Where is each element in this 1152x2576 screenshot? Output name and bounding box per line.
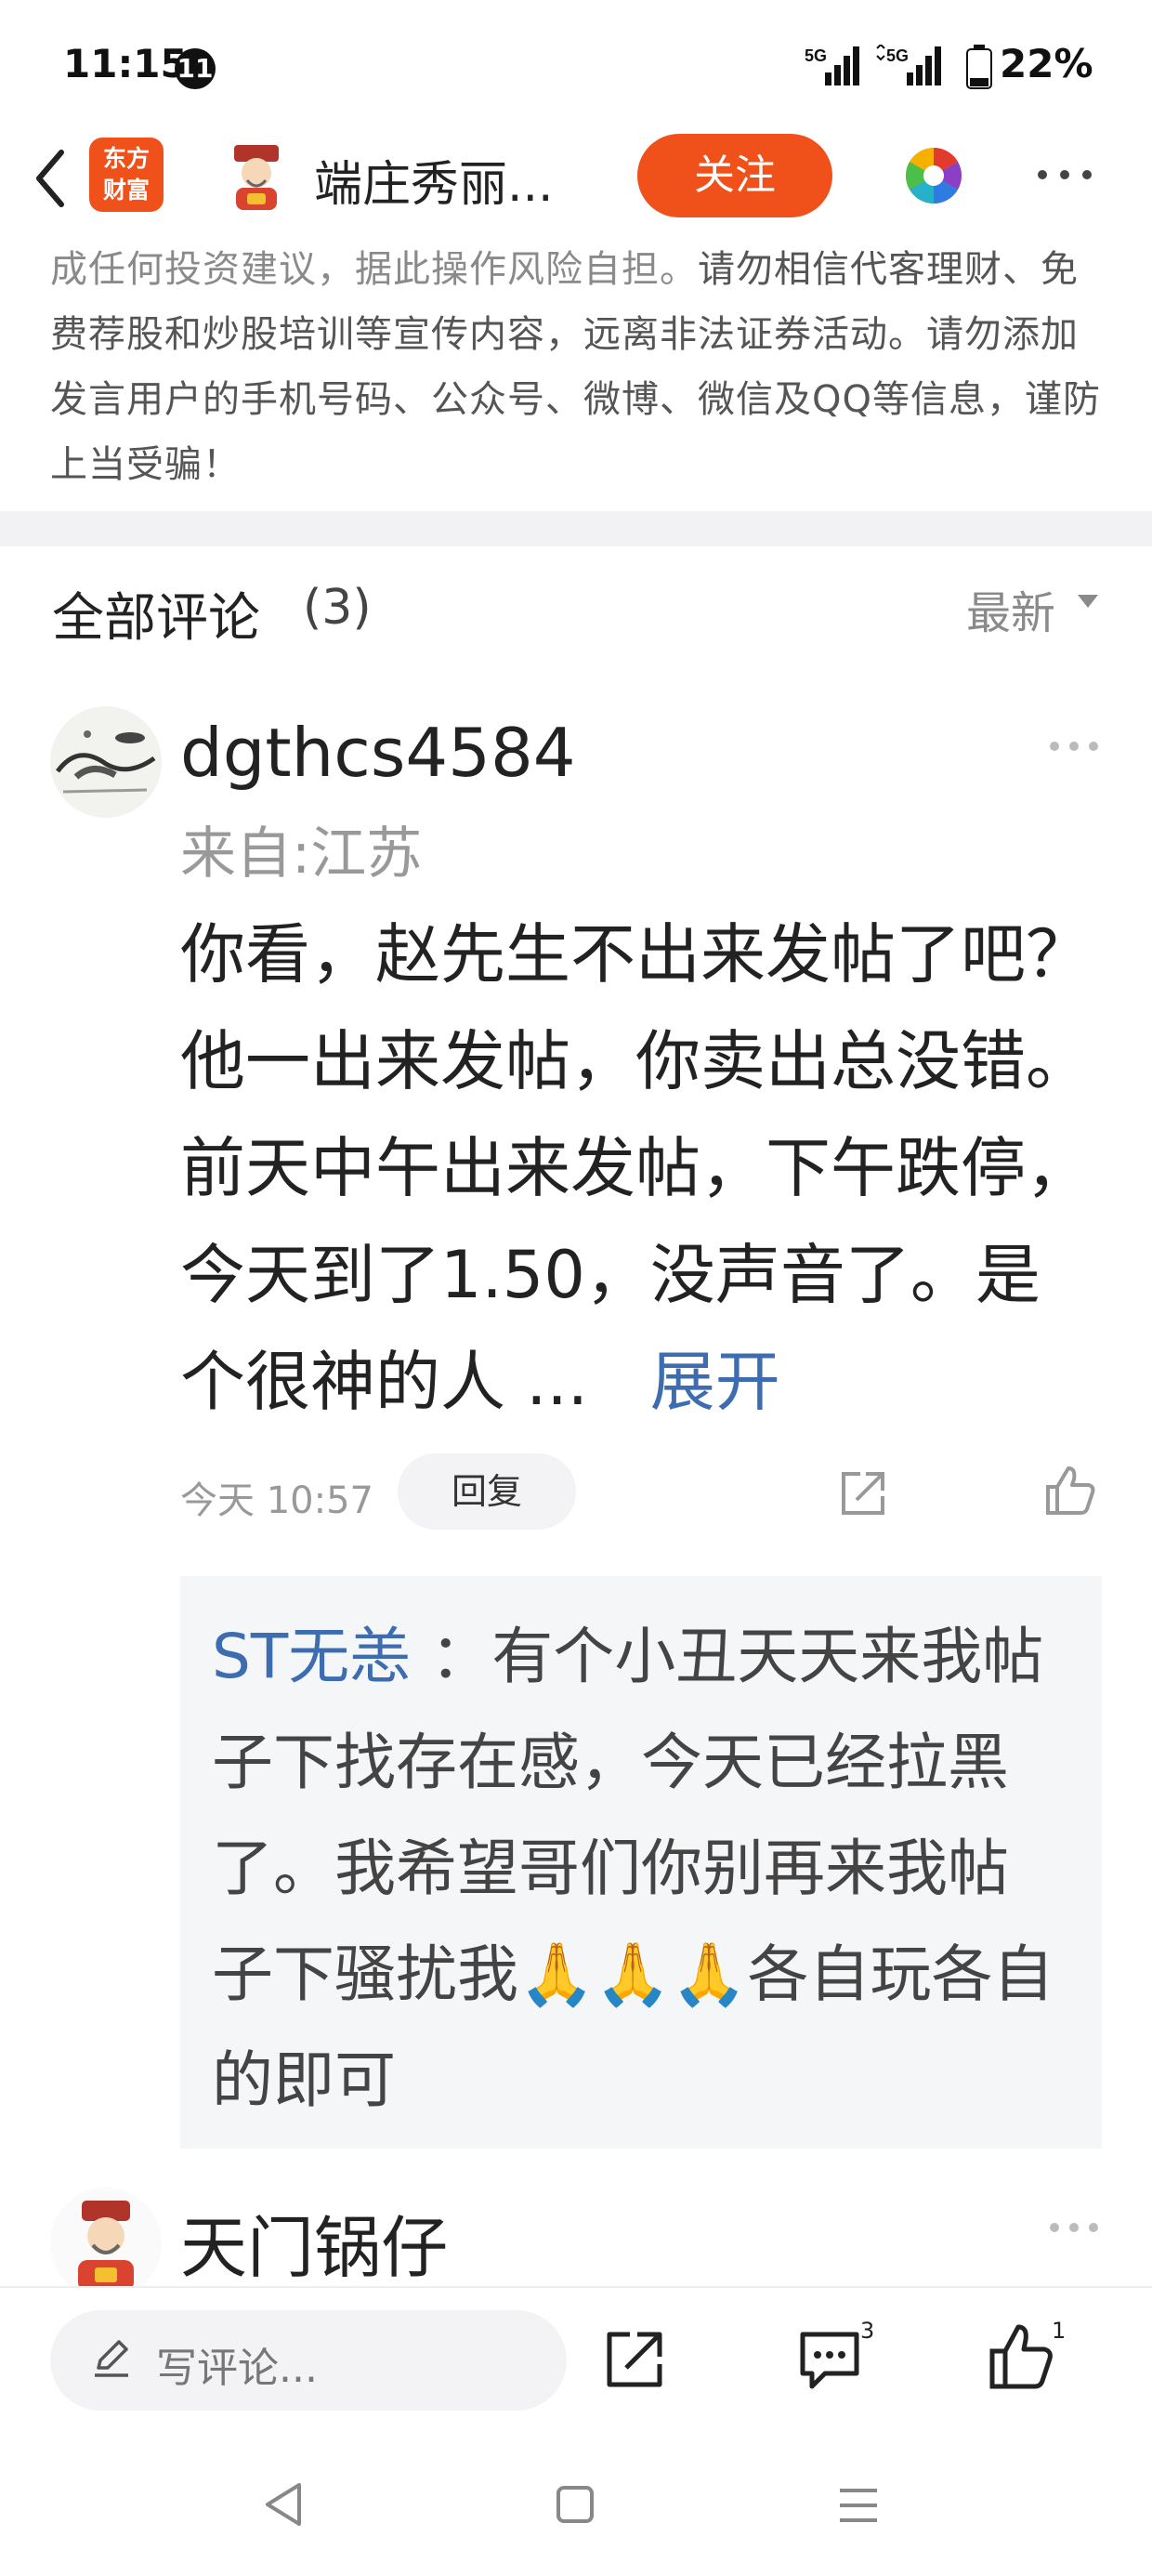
pencil-icon xyxy=(95,2340,128,2377)
app-logo-line2: 财富 xyxy=(102,177,150,204)
battery-icon xyxy=(966,45,992,89)
reply-author[interactable]: ST无恙 xyxy=(212,1621,411,1692)
follow-button[interactable]: 关注 xyxy=(637,134,832,217)
comment-timestamp: 今天 10:57 xyxy=(180,1479,373,1522)
reply-body: ：有个小丑天天来我帖子下找存在感，今天已经拉黑了。我希望哥们你别再来我帖子下骚扰… xyxy=(212,1621,1054,2116)
comment-body: 你看，赵先生不出来发帖了吧？他一出来发帖，你卖出总没错。前天中午出来发帖，下午跌… xyxy=(180,916,1091,1420)
commenter-username[interactable]: 天门锅仔 xyxy=(180,2193,448,2291)
sort-dropdown[interactable]: 最新 xyxy=(966,576,1055,641)
commenter-location: 来自:江苏 xyxy=(180,821,423,887)
comments-count: (3) xyxy=(303,580,372,636)
signal-5g-secondary-icon: 5G xyxy=(876,45,941,85)
commenter-avatar[interactable] xyxy=(50,706,162,818)
nav-back-icon[interactable] xyxy=(262,2481,308,2528)
comment-more-icon[interactable] xyxy=(1048,740,1100,753)
more-options-icon[interactable] xyxy=(1035,167,1094,182)
comments-count-badge: 3 xyxy=(860,2318,875,2344)
comment-more-icon[interactable] xyxy=(1048,2221,1100,2234)
likes-count-badge: 1 xyxy=(1052,2318,1067,2344)
like-icon[interactable] xyxy=(1044,1465,1096,1517)
section-divider xyxy=(0,511,1152,546)
commenter-username[interactable]: dgthcs4584 xyxy=(180,714,576,792)
expand-link[interactable]: 展开 xyxy=(650,1344,780,1420)
sort-caret-icon[interactable] xyxy=(1076,593,1100,610)
like-post-icon[interactable] xyxy=(988,2323,1054,2390)
app-logo-line1: 东方 xyxy=(102,145,150,172)
svg-text:5G: 5G xyxy=(805,46,827,65)
app-logo[interactable]: 东方 财富 xyxy=(89,138,164,212)
share-post-icon[interactable] xyxy=(602,2327,667,2392)
notification-badge: 11 xyxy=(175,48,216,89)
share-icon[interactable] xyxy=(838,1468,888,1518)
comment-text: 你看，赵先生不出来发帖了吧？他一出来发帖，你卖出总没错。前天中午出来发帖，下午跌… xyxy=(180,901,1100,1436)
color-wheel-icon[interactable] xyxy=(903,145,964,206)
reply-button[interactable]: 回复 xyxy=(398,1453,576,1530)
status-time: 11:15 xyxy=(63,41,188,86)
signal-5g-icon: 5G xyxy=(805,46,859,85)
nav-menu-icon[interactable] xyxy=(838,2487,879,2524)
risk-disclaimer: 成任何投资建议，据此操作风险自担。请勿相信代客理财、免费荐股和炒股培训等宣传内容… xyxy=(50,237,1109,497)
write-comment-placeholder[interactable]: 写评论... xyxy=(156,2334,318,2394)
author-avatar[interactable] xyxy=(219,139,294,214)
disclaimer-gray-text: 成任何投资建议，据此操作风险自担。 xyxy=(50,248,698,291)
page-title: 端庄秀丽... xyxy=(314,157,554,213)
battery-percent: 22% xyxy=(1000,41,1093,86)
reply-text: ST无恙 ：有个小丑天天来我帖子下找存在感，今天已经拉黑了。我希望哥们你别再来我… xyxy=(212,1604,1067,2134)
comments-title: 全部评论 xyxy=(52,588,260,649)
back-arrow-icon[interactable] xyxy=(28,141,74,216)
svg-text:5G: 5G xyxy=(886,46,909,65)
comments-icon[interactable] xyxy=(797,2327,862,2392)
top-header xyxy=(0,130,1152,251)
commenter-avatar[interactable] xyxy=(50,2188,162,2299)
nav-home-icon[interactable] xyxy=(556,2485,595,2524)
